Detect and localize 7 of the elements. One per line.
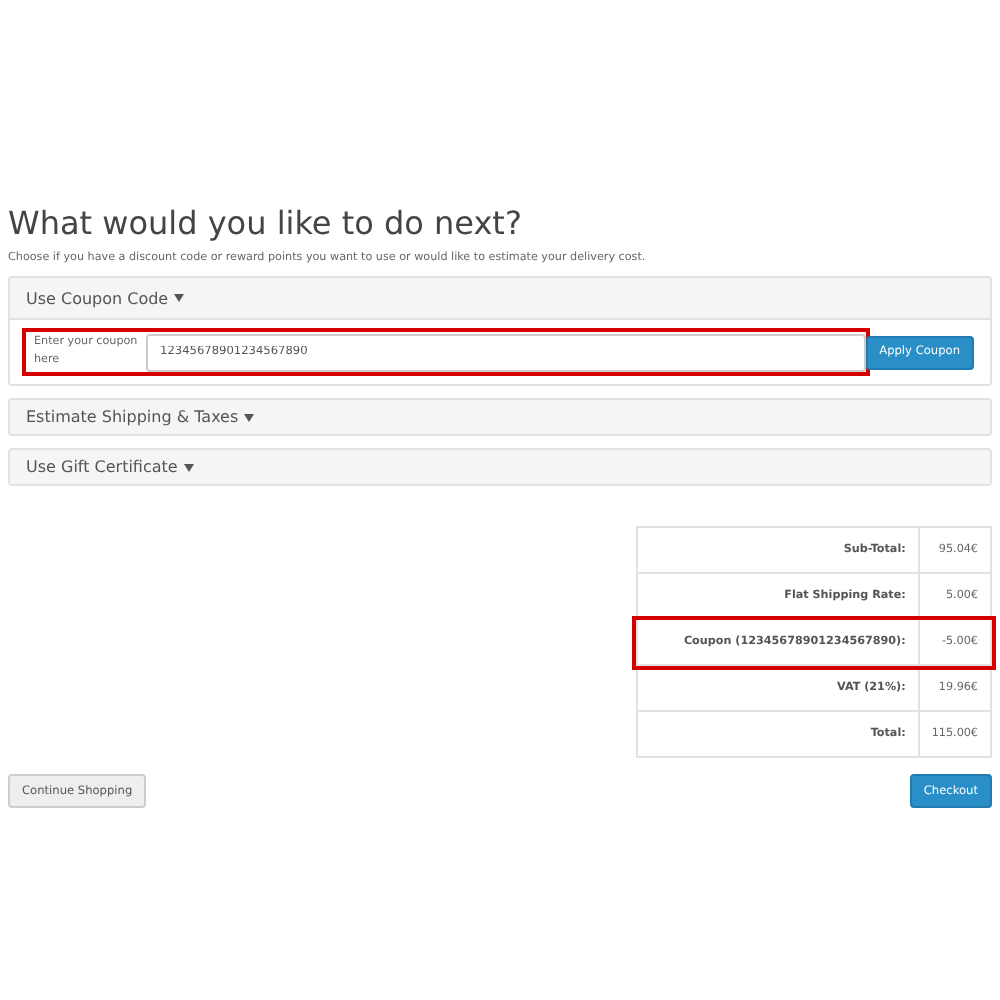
panel-title: Use Gift Certificate (26, 458, 178, 476)
panel-header[interactable]: Estimate Shipping & Taxes (10, 400, 990, 434)
panel-title: Use Coupon Code (26, 289, 169, 307)
panel-header[interactable]: Use Coupon Code (10, 278, 990, 320)
panel-header[interactable]: Use Gift Certificate (10, 450, 990, 484)
page-heading: What would you like to do next? (8, 204, 524, 242)
panel-title: Estimate Shipping & Taxes (26, 408, 239, 426)
